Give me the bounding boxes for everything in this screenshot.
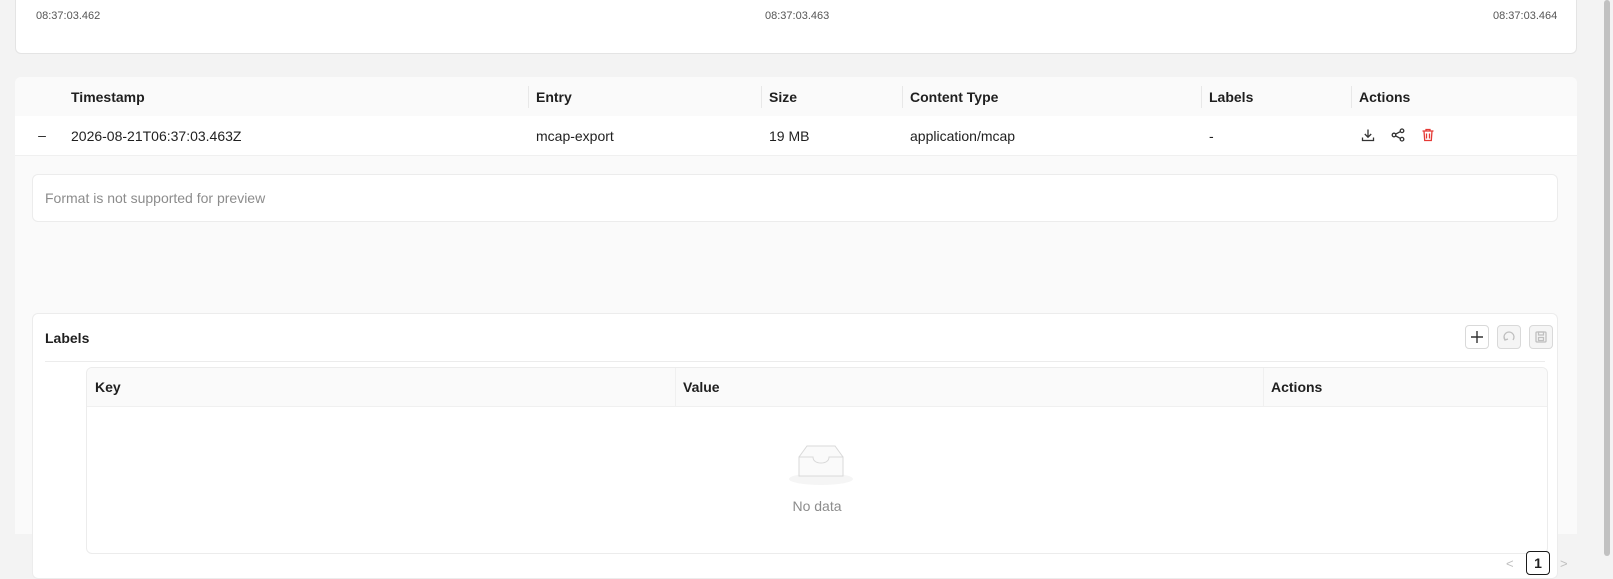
plus-icon bbox=[1471, 331, 1483, 343]
labels-panel-divider bbox=[45, 361, 1545, 362]
preview-panel: Format is not supported for preview bbox=[32, 174, 1558, 222]
x-axis-tick-label: 08:37:03.462 bbox=[36, 10, 101, 22]
pagination-page-1[interactable]: 1 bbox=[1526, 551, 1550, 575]
cell-timestamp: 2026-08-21T06:37:03.463Z bbox=[71, 128, 242, 144]
add-label-button[interactable] bbox=[1465, 325, 1489, 349]
column-divider bbox=[1351, 86, 1352, 108]
labels-table-header: Key Value Actions bbox=[87, 368, 1547, 407]
reset-labels-button[interactable] bbox=[1497, 325, 1521, 349]
column-divider bbox=[1201, 86, 1202, 108]
delete-icon[interactable] bbox=[1420, 127, 1436, 143]
preview-unsupported-message: Format is not supported for preview bbox=[45, 190, 266, 206]
pagination-prev-button[interactable]: < bbox=[1506, 556, 1514, 571]
column-header-content-type[interactable]: Content Type bbox=[910, 89, 998, 105]
cell-labels: - bbox=[1209, 128, 1214, 144]
pagination-next-button[interactable]: > bbox=[1560, 556, 1568, 571]
table-header: Timestamp Entry Size Content Type Labels… bbox=[15, 77, 1577, 117]
undo-icon bbox=[1503, 331, 1515, 341]
column-header-key: Key bbox=[95, 379, 121, 395]
expanded-row-details: Format is not supported for preview Labe… bbox=[15, 156, 1577, 579]
column-header-labels[interactable]: Labels bbox=[1209, 89, 1253, 105]
column-header-timestamp[interactable]: Timestamp bbox=[71, 89, 145, 105]
collapse-row-button[interactable]: – bbox=[34, 127, 50, 143]
column-header-entry[interactable]: Entry bbox=[536, 89, 572, 105]
save-labels-button[interactable] bbox=[1529, 325, 1553, 349]
empty-state-text: No data bbox=[792, 498, 842, 514]
column-header-actions: Actions bbox=[1359, 89, 1411, 105]
x-axis-tick-label: 08:37:03.464 bbox=[1493, 10, 1558, 22]
labels-table: Key Value Actions No data bbox=[86, 367, 1548, 554]
cell-content-type: application/mcap bbox=[910, 128, 1016, 144]
column-header-label-actions: Actions bbox=[1271, 379, 1323, 395]
empty-inbox-icon bbox=[789, 445, 853, 485]
column-divider bbox=[902, 86, 903, 108]
timeline-chart: 0 08:37:03.462 08:37:03.463 08:37:03.464 bbox=[15, 0, 1577, 54]
column-header-size[interactable]: Size bbox=[769, 89, 797, 105]
share-icon[interactable] bbox=[1390, 127, 1406, 143]
cell-entry: mcap-export bbox=[536, 128, 614, 144]
labels-panel: Labels Key Value Actions No data bbox=[32, 313, 1558, 579]
x-axis-tick-label: 08:37:03.463 bbox=[765, 10, 830, 22]
scrollbar-thumb[interactable] bbox=[1604, 0, 1610, 556]
column-divider bbox=[528, 86, 529, 108]
records-table: Timestamp Entry Size Content Type Labels… bbox=[15, 77, 1577, 579]
column-divider bbox=[675, 368, 676, 406]
column-divider bbox=[761, 86, 762, 108]
column-header-value: Value bbox=[683, 379, 720, 395]
save-icon bbox=[1535, 331, 1547, 343]
cell-size: 19 MB bbox=[769, 128, 810, 144]
table-row[interactable]: – 2026-08-21T06:37:03.463Z mcap-export 1… bbox=[15, 116, 1577, 156]
download-icon[interactable] bbox=[1360, 127, 1376, 143]
empty-state: No data bbox=[87, 406, 1547, 555]
labels-panel-title: Labels bbox=[45, 330, 90, 346]
column-divider bbox=[1263, 368, 1264, 406]
